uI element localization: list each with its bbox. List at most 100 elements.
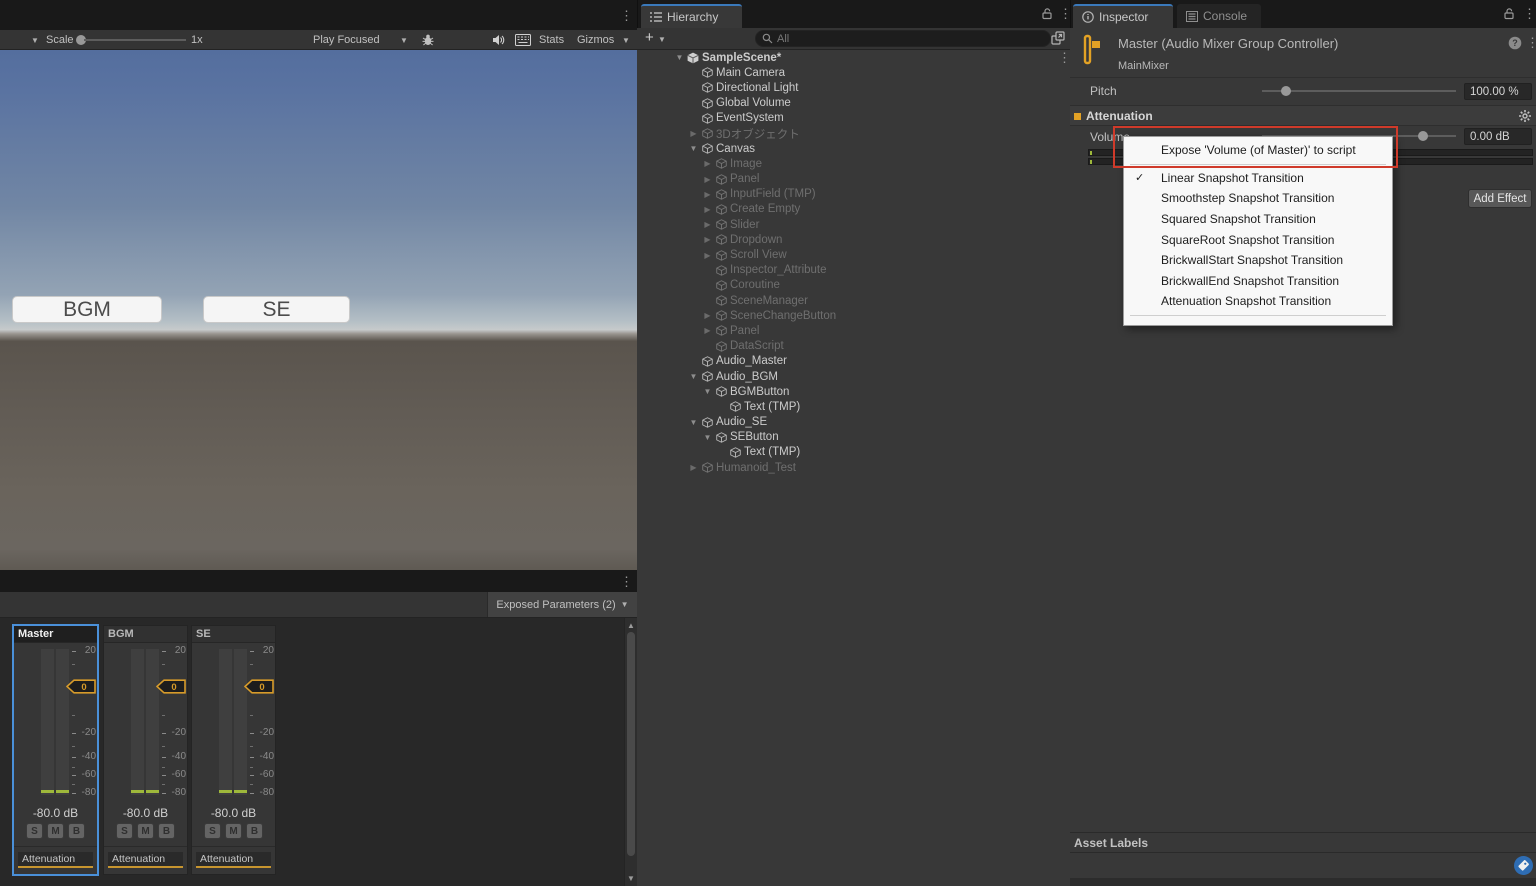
hierarchy-row[interactable]: ▼Audio_BGM [637,369,1070,384]
foldout-closed-icon[interactable]: ▶ [701,235,714,244]
create-object-button[interactable]: + [645,29,654,46]
inspector-header-menu-icon[interactable]: ⋮ [1526,36,1536,49]
mixer-strip[interactable]: Master200-20-40-60-80-80.0 dBSMBAttenuat… [13,625,98,875]
hierarchy-row[interactable]: ▶Humanoid_Test [637,460,1070,475]
menu-item[interactable]: ✓Linear Snapshot Transition [1124,168,1392,189]
mute-audio-icon[interactable] [492,34,505,46]
mixer-scrollbar-thumb[interactable] [627,632,635,856]
exposed-parameters-dropdown[interactable]: Exposed Parameters (2) ▼ [487,592,637,617]
hierarchy-row[interactable]: Text (TMP) [637,399,1070,414]
add-effect-button[interactable]: Add Effect [1468,189,1532,208]
solo-button[interactable]: S [116,823,133,839]
bypass-button[interactable]: B [68,823,85,839]
asset-labels-header[interactable]: Asset Labels [1070,832,1536,853]
menu-item[interactable]: SquareRoot Snapshot Transition [1124,229,1392,250]
attenuation-section-header[interactable]: Attenuation [1070,105,1536,126]
play-focused-dropdown[interactable]: Play Focused [313,34,380,46]
keyboard-icon[interactable] [515,34,531,46]
inspector-menu-icon[interactable]: ⋮ [1523,7,1536,20]
mixer-strip[interactable]: BGM200-20-40-60-80-80.0 dBSMBAttenuation [103,625,188,875]
foldout-open-icon[interactable]: ▼ [687,144,700,153]
hierarchy-row[interactable]: ▶SceneChangeButton [637,308,1070,323]
hierarchy-row[interactable]: ▶Scroll View [637,247,1070,262]
hierarchy-lock-icon[interactable] [1041,7,1053,20]
foldout-closed-icon[interactable]: ▶ [701,159,714,168]
gear-icon[interactable] [1518,109,1532,123]
bgm-button[interactable]: BGM [12,296,162,323]
foldout-open-icon[interactable]: ▼ [701,387,714,396]
strip-name[interactable]: BGM [104,626,187,643]
debug-bug-icon[interactable] [421,33,435,47]
hierarchy-row[interactable]: ▶Panel [637,172,1070,187]
hierarchy-row[interactable]: Audio_Master [637,354,1070,369]
strip-name[interactable]: Master [14,626,97,643]
gizmos-dropdown[interactable]: Gizmos [577,34,614,46]
tab-hierarchy[interactable]: Hierarchy [641,4,742,28]
foldout-closed-icon[interactable]: ▶ [687,463,700,472]
hierarchy-row[interactable]: ▼Audio_SE [637,415,1070,430]
hierarchy-row[interactable]: ▶Dropdown [637,232,1070,247]
foldout-open-icon[interactable]: ▼ [701,433,714,442]
bypass-button[interactable]: B [158,823,175,839]
foldout-closed-icon[interactable]: ▶ [701,205,714,214]
hierarchy-row[interactable]: ▶Panel [637,323,1070,338]
hierarchy-search-input[interactable]: All [755,30,1051,47]
hierarchy-row[interactable]: Main Camera [637,65,1070,80]
hierarchy-row[interactable]: ▼SEButton [637,430,1070,445]
game-panel-menu-icon[interactable]: ⋮ [620,9,633,22]
foldout-open-icon[interactable]: ▼ [673,53,686,62]
display-dropdown-icon[interactable]: ▼ [31,36,39,45]
menu-item[interactable]: Attenuation Snapshot Transition [1124,291,1392,312]
pitch-slider-track[interactable] [1262,90,1456,92]
scroll-up-icon[interactable]: ▲ [625,621,637,630]
hierarchy-row[interactable]: ▶InputField (TMP) [637,187,1070,202]
hierarchy-row[interactable]: Text (TMP) [637,445,1070,460]
tag-icon[interactable] [1514,856,1533,875]
hierarchy-row[interactable]: ▶Slider [637,217,1070,232]
solo-button[interactable]: S [26,823,43,839]
volume-fader-flag[interactable]: 0 [66,679,96,694]
help-icon[interactable]: ? [1508,36,1522,50]
foldout-closed-icon[interactable]: ▶ [701,190,714,199]
tab-console[interactable]: Console [1177,4,1261,28]
hierarchy-row-scene[interactable]: ▼SampleScene*⋮ [637,50,1070,65]
foldout-closed-icon[interactable]: ▶ [687,129,700,138]
foldout-open-icon[interactable]: ▼ [687,418,700,427]
foldout-open-icon[interactable]: ▼ [687,372,700,381]
create-object-caret-icon[interactable]: ▼ [658,35,666,44]
bypass-button[interactable]: B [246,823,263,839]
play-focused-caret-icon[interactable]: ▼ [400,36,408,45]
hierarchy-row[interactable]: SceneManager [637,293,1070,308]
foldout-closed-icon[interactable]: ▶ [701,220,714,229]
menu-item[interactable]: Smoothstep Snapshot Transition [1124,188,1392,209]
volume-slider-knob[interactable] [1418,131,1428,141]
hierarchy-row[interactable]: ▶Image [637,156,1070,171]
foldout-closed-icon[interactable]: ▶ [701,311,714,320]
volume-value-field[interactable]: 0.00 dB [1464,128,1532,145]
foldout-closed-icon[interactable]: ▶ [701,326,714,335]
pitch-slider-knob[interactable] [1281,86,1291,96]
effect-slot[interactable]: Attenuation [196,852,271,868]
pitch-value-field[interactable]: 100.00 % [1464,83,1532,100]
hierarchy-row[interactable]: Inspector_Attribute [637,263,1070,278]
hierarchy-row[interactable]: ▶Create Empty [637,202,1070,217]
stats-button[interactable]: Stats [539,34,564,46]
volume-fader-flag[interactable]: 0 [244,679,274,694]
scale-slider-track[interactable] [84,39,186,41]
hierarchy-row[interactable]: EventSystem [637,111,1070,126]
gizmos-caret-icon[interactable]: ▼ [622,36,630,45]
mixer-scrollbar[interactable]: ▲ ▼ [624,618,637,886]
effect-slot[interactable]: Attenuation [18,852,93,868]
menu-item[interactable]: BrickwallStart Snapshot Transition [1124,250,1392,271]
mute-button[interactable]: M [47,823,64,839]
mute-button[interactable]: M [225,823,242,839]
volume-fader-flag[interactable]: 0 [156,679,186,694]
foldout-closed-icon[interactable]: ▶ [701,251,714,260]
scroll-down-icon[interactable]: ▼ [625,874,637,883]
scene-menu-icon[interactable]: ⋮ [1058,51,1070,64]
hierarchy-row[interactable]: Global Volume [637,96,1070,111]
hierarchy-row[interactable]: ▼Canvas [637,141,1070,156]
new-window-icon[interactable] [1051,31,1065,45]
strip-name[interactable]: SE [192,626,275,643]
hierarchy-row[interactable]: DataScript [637,339,1070,354]
